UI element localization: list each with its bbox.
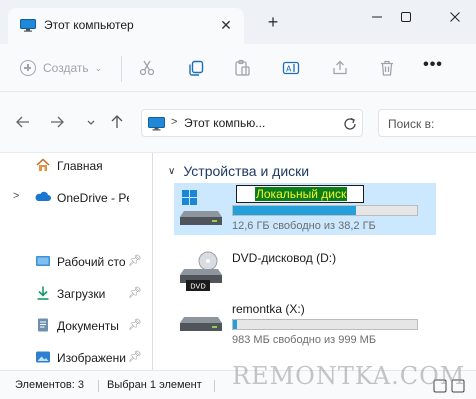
drive-name: DVD-дисковод (D:) [232,251,337,265]
file-list: ∨ Устройства и диски Локальный диск 12,6… [160,153,476,371]
pictures-icon [36,351,50,363]
this-pc-icon [20,19,36,32]
downloads-icon [37,286,49,300]
desktop-icon [36,256,50,266]
chevron-down-icon[interactable]: ∨ [168,166,175,177]
capacity-fill [233,206,357,215]
sidebar-item-label: Документы [57,319,119,333]
tab-this-pc[interactable]: Этот компьютер ✕ [8,8,244,44]
pin-icon: 📌︎ [128,287,142,299]
pin-icon: 📌︎ [128,255,142,267]
close-icon[interactable]: ✕ [218,17,234,33]
sidebar-item-label: OneDrive - Pers [57,191,129,205]
drive-size-text: 12,6 ГБ свободно из 38,2 ГБ [232,220,376,232]
minimize-icon[interactable] [362,6,392,28]
paste-icon[interactable] [232,58,252,78]
forward-icon[interactable] [48,113,66,131]
capacity-fill [233,320,237,329]
drive-item-remontka[interactable]: remontka (X:) 983 МБ свободно из 999 МБ [174,297,436,349]
sidebar-item-downloads[interactable]: Загрузки 📌︎ [0,283,144,305]
search-input[interactable]: Поиск в: [378,109,476,137]
cut-icon[interactable] [137,58,157,78]
sidebar-item-label: Главная [57,159,103,173]
this-pc-icon [148,117,165,131]
drive-icon [180,317,222,331]
pin-icon: 📌︎ [128,319,142,331]
onedrive-icon [35,191,51,201]
address-bar[interactable]: > Этот компью... [141,109,363,137]
share-icon[interactable] [330,58,350,78]
up-icon[interactable] [108,113,126,131]
status-divider [214,380,215,392]
sidebar-item-pictures[interactable]: Изображени 📌︎ [0,347,144,369]
chevron-right-icon[interactable]: > [13,190,19,202]
windows-drive-icon [180,190,222,225]
window-close-icon[interactable] [440,6,470,28]
content-area: Главная > OneDrive - Pers Рабочий сто 📌︎… [0,152,476,371]
drive-size-text: 983 МБ свободно из 999 МБ [232,334,377,346]
sidebar-item-label: Изображени [57,351,126,365]
svg-text:A: A [286,65,292,74]
maximize-icon[interactable] [391,6,421,28]
rename-text: Локальный диск [255,187,348,201]
sidebar-item-documents[interactable]: Документы 📌︎ [0,315,144,337]
delete-icon[interactable] [377,58,397,78]
watermark: REMONTKA.COM [232,362,466,390]
search-placeholder: Поиск в: [388,117,435,131]
tab-title: Этот компьютер [44,18,134,32]
create-button[interactable]: Создать ⌄ [20,57,102,79]
title-bar: Этот компьютер ✕ + [0,0,476,44]
address-location: Этот компью... [184,116,266,130]
drive-item-local[interactable]: Локальный диск 12,6 ГБ свободно из 38,2 … [174,183,436,235]
recent-chevron-icon[interactable] [82,113,100,131]
sidebar-scrollbar[interactable] [152,153,153,371]
command-bar: Создать ⌄ A ••• [0,44,476,92]
capacity-bar [232,205,418,216]
create-label: Создать [43,61,89,75]
copy-icon[interactable] [186,58,206,78]
chevron-right-icon[interactable]: > [171,116,177,128]
status-divider [98,380,99,392]
add-tab-icon[interactable]: + [265,13,281,31]
item-count: Элементов: 3 [15,379,84,391]
sidebar-item-onedrive[interactable]: > OneDrive - Pers [0,187,144,209]
documents-icon [38,318,48,332]
navigation-pane: Главная > OneDrive - Pers Рабочий сто 📌︎… [0,153,153,371]
refresh-icon[interactable] [342,116,358,132]
selection-count: Выбран 1 элемент [107,379,202,391]
rename-icon[interactable]: A [281,58,301,78]
home-icon [36,158,50,171]
group-title: Устройства и диски [183,163,310,179]
plus-circle-icon [20,60,36,76]
sidebar-item-label: Загрузки [57,287,106,301]
back-icon[interactable] [14,113,32,131]
sidebar-item-home[interactable]: Главная [0,155,144,177]
dvd-drive-icon: DVD [180,251,222,291]
navigation-bar: > Этот компью... Поиск в: [0,92,476,152]
command-separator [121,56,122,82]
capacity-bar [232,319,418,330]
dvd-badge: DVD [190,283,205,291]
drive-name: remontka (X:) [232,302,305,316]
sidebar-item-desktop[interactable]: Рабочий сто 📌︎ [0,251,144,273]
sidebar-item-label: Рабочий сто [57,255,126,269]
rename-input[interactable]: Локальный диск [236,185,364,203]
more-icon[interactable]: ••• [422,56,444,78]
chevron-down-icon: ⌄ [94,62,103,73]
drive-item-dvd[interactable]: DVD DVD-дисковод (D:) [174,245,436,297]
group-header[interactable]: ∨ Устройства и диски [168,163,309,179]
pin-icon: 📌︎ [128,351,142,363]
